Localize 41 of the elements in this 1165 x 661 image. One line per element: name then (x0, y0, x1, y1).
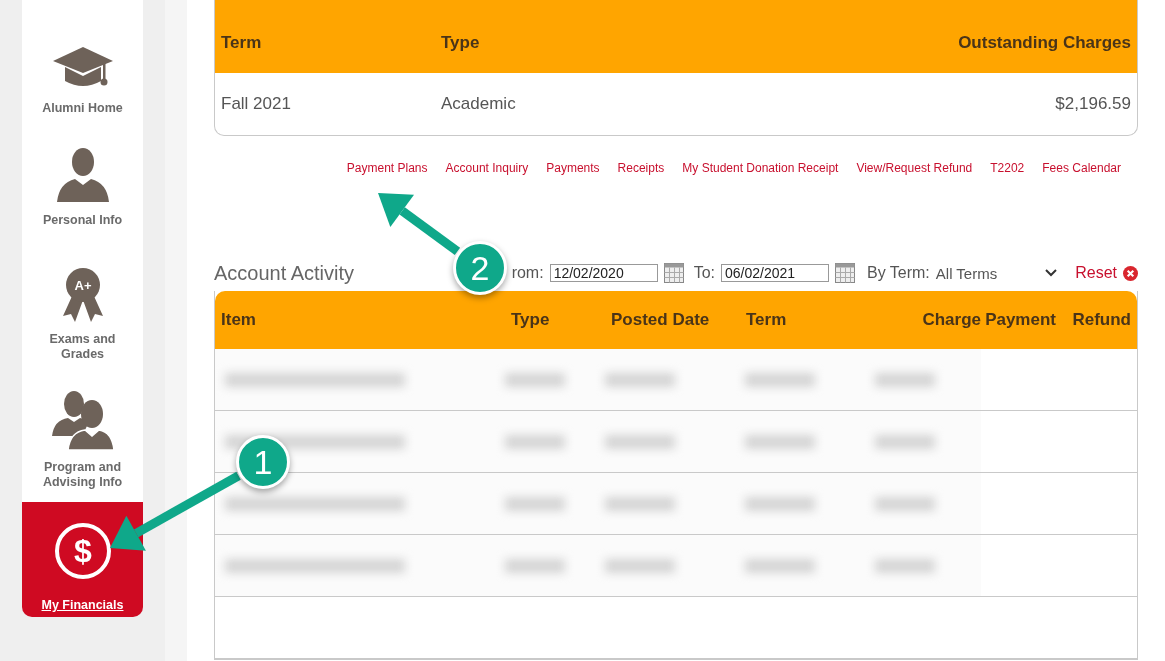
reset-link[interactable]: Reset (1075, 264, 1117, 282)
from-label: rom: (511, 264, 544, 282)
calendar-icon[interactable] (834, 263, 855, 283)
dollar-coin-icon: $ (53, 522, 112, 580)
to-date-field[interactable]: 06/02/2021 (720, 264, 829, 282)
finance-link[interactable]: Account Inquiry (445, 161, 529, 175)
sidebar-item[interactable]: Program and Advising Info (22, 368, 143, 502)
finance-link[interactable]: Payment Plans (346, 161, 428, 175)
close-icon[interactable] (1123, 265, 1138, 281)
column-header: Posted Date (611, 310, 711, 330)
column-header: Type (511, 310, 551, 330)
table-cell-text: Fall 2021 (221, 94, 292, 114)
sidebar-item[interactable]: Alumni Home (22, 0, 143, 124)
table-cell-text: $2,196.59 (1054, 94, 1131, 114)
calendar-icon[interactable] (663, 263, 684, 283)
sidebar-item[interactable]: $ My Financials (22, 502, 143, 617)
term-label: By Term: (866, 264, 930, 282)
finance-link[interactable]: Fees Calendar (1042, 161, 1121, 175)
finance-link[interactable]: My Student Donation Receipt (682, 161, 839, 175)
people-icon (51, 390, 114, 450)
column-header: Outstanding Charges (957, 33, 1131, 53)
column-header: Payment (984, 310, 1056, 330)
column-header: Term (221, 33, 263, 53)
column-header: Charge (921, 310, 981, 330)
term-dropdown[interactable]: All Terms (935, 264, 1058, 282)
finance-link[interactable]: View/Request Refund (856, 161, 973, 175)
column-header: Term (746, 310, 788, 330)
column-header: Refund (1071, 310, 1131, 330)
finance-link[interactable]: T2202 (990, 161, 1025, 175)
finance-link[interactable]: Receipts (617, 161, 665, 175)
table-cell-text: Academic (441, 94, 517, 114)
person-icon (54, 147, 111, 203)
sidebar-item[interactable]: A+ Exams and Grades (22, 240, 143, 368)
finance-link[interactable]: Payments (546, 161, 600, 175)
column-header: Type (441, 33, 481, 53)
to-label: To: (693, 264, 715, 282)
chevron-down-icon (1045, 269, 1058, 277)
sidebar-item[interactable]: Personal Info (22, 124, 143, 240)
section-title: Account Activity (214, 261, 355, 285)
from-date-field[interactable]: 12/02/2020 (549, 264, 658, 282)
column-header: Item (221, 310, 257, 330)
